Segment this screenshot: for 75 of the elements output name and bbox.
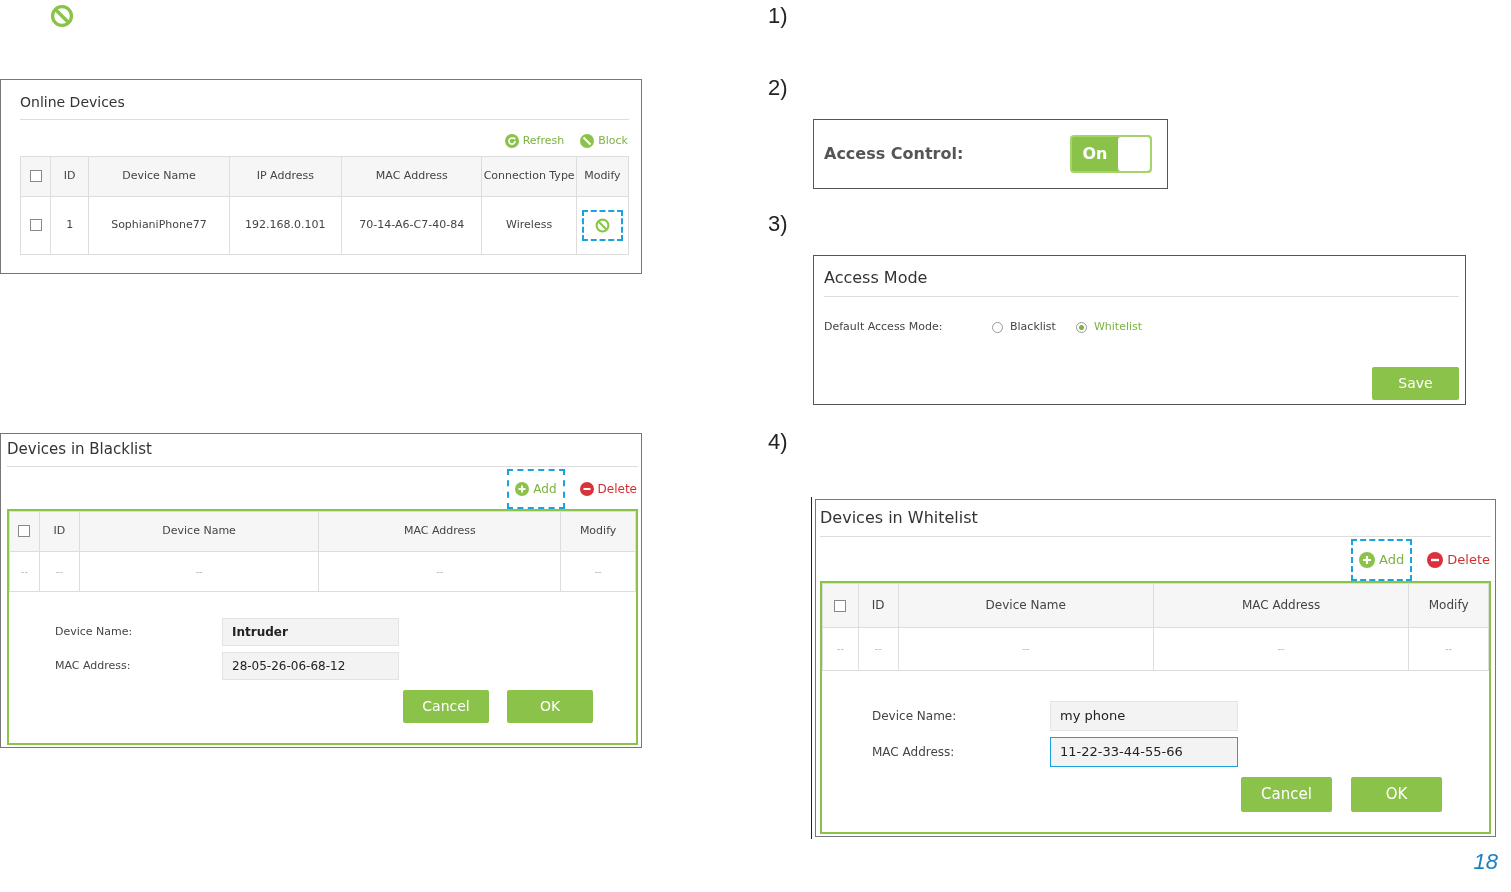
column-header: Device Name: [79, 511, 319, 552]
plus-icon: [515, 482, 530, 496]
ok-button[interactable]: OK: [1351, 776, 1442, 812]
column-header: Modify: [560, 511, 636, 552]
checkbox[interactable]: [18, 525, 31, 538]
table-cell: Wireless: [482, 196, 577, 254]
field-label: Device Name:: [872, 707, 958, 725]
column-header: ID: [39, 511, 80, 552]
column-header: Device Name: [88, 156, 230, 196]
delete-button[interactable]: Delete: [578, 469, 638, 509]
field-label: Device Name:: [55, 623, 134, 640]
radio-option[interactable]: Blacklist: [992, 319, 1056, 336]
column-header: Modify: [1408, 583, 1489, 627]
table-cell: 70-14-A6-C7-40-84: [341, 196, 482, 254]
column-header: MAC Address: [318, 511, 561, 552]
step-number: 3): [768, 211, 789, 237]
table-cell: --: [560, 551, 636, 592]
table-cell: --: [822, 627, 859, 670]
step-number: 2): [768, 75, 789, 101]
checkbox[interactable]: [29, 218, 42, 231]
table-cell: --: [858, 627, 899, 670]
table-cell: SophianiPhone77: [88, 196, 230, 254]
step-number: 4): [768, 429, 789, 455]
table-cell: --: [9, 551, 40, 592]
column-header: Device Name: [898, 583, 1154, 627]
cancel-button[interactable]: Cancel: [403, 690, 489, 723]
input-field[interactable]: my phone: [1050, 700, 1238, 731]
field-label: Default Access Mode:: [824, 319, 944, 335]
checkbox[interactable]: [29, 169, 42, 182]
refresh-icon: [504, 134, 519, 149]
add-button[interactable]: Add: [507, 469, 565, 509]
table-cell: --: [318, 551, 561, 592]
plus-icon: [1359, 551, 1376, 568]
column-header: MAC Address: [341, 156, 482, 196]
add-button[interactable]: Add: [1351, 539, 1413, 581]
table-cell: --: [1153, 627, 1409, 670]
table-cell: --: [79, 551, 319, 592]
ok-button[interactable]: OK: [507, 690, 593, 723]
table-cell: --: [39, 551, 80, 592]
block-icon: [580, 134, 595, 149]
page-number: 18: [1472, 847, 1498, 876]
refresh-button[interactable]: Refresh: [503, 132, 566, 151]
radio-option[interactable]: Whitelist: [1075, 319, 1143, 336]
toggle-switch[interactable]: On: [1070, 135, 1152, 173]
panel-title: Access Mode: [824, 266, 1459, 297]
input-field[interactable]: 11-22-33-44-55-66: [1050, 736, 1238, 767]
field-label: MAC Address:: [55, 657, 132, 674]
input-field[interactable]: 28-05-26-06-68-12: [222, 652, 399, 680]
step-number: 1): [768, 3, 789, 29]
block-icon: [594, 217, 610, 233]
panel-title: Devices in Blacklist: [7, 437, 638, 467]
block-button[interactable]: Block: [579, 132, 629, 151]
cancel-button[interactable]: Cancel: [1241, 776, 1332, 812]
panel-title: Online Devices: [20, 92, 629, 120]
minus-icon: [1427, 551, 1444, 568]
column-header: Connection Type: [482, 156, 577, 196]
block-button[interactable]: [581, 209, 623, 241]
block-icon: [50, 4, 74, 28]
column-header: MAC Address: [1153, 583, 1409, 627]
checkbox[interactable]: [834, 599, 847, 612]
panel-title: Devices in Whitelist: [820, 506, 1491, 537]
delete-button[interactable]: Delete: [1426, 539, 1491, 581]
table-cell: --: [898, 627, 1154, 670]
minus-icon: [579, 482, 594, 496]
table-cell: 1: [50, 196, 89, 254]
column-header: ID: [858, 583, 899, 627]
field-label: Access Control:: [824, 143, 964, 165]
table-cell: 192.168.0.101: [229, 196, 342, 254]
save-button[interactable]: Save: [1372, 367, 1459, 400]
column-header: Modify: [576, 156, 629, 196]
field-label: MAC Address:: [872, 743, 956, 761]
table-cell: --: [1408, 627, 1489, 670]
column-header: ID: [50, 156, 89, 196]
input-field[interactable]: Intruder: [222, 618, 399, 646]
column-header: IP Address: [229, 156, 342, 196]
